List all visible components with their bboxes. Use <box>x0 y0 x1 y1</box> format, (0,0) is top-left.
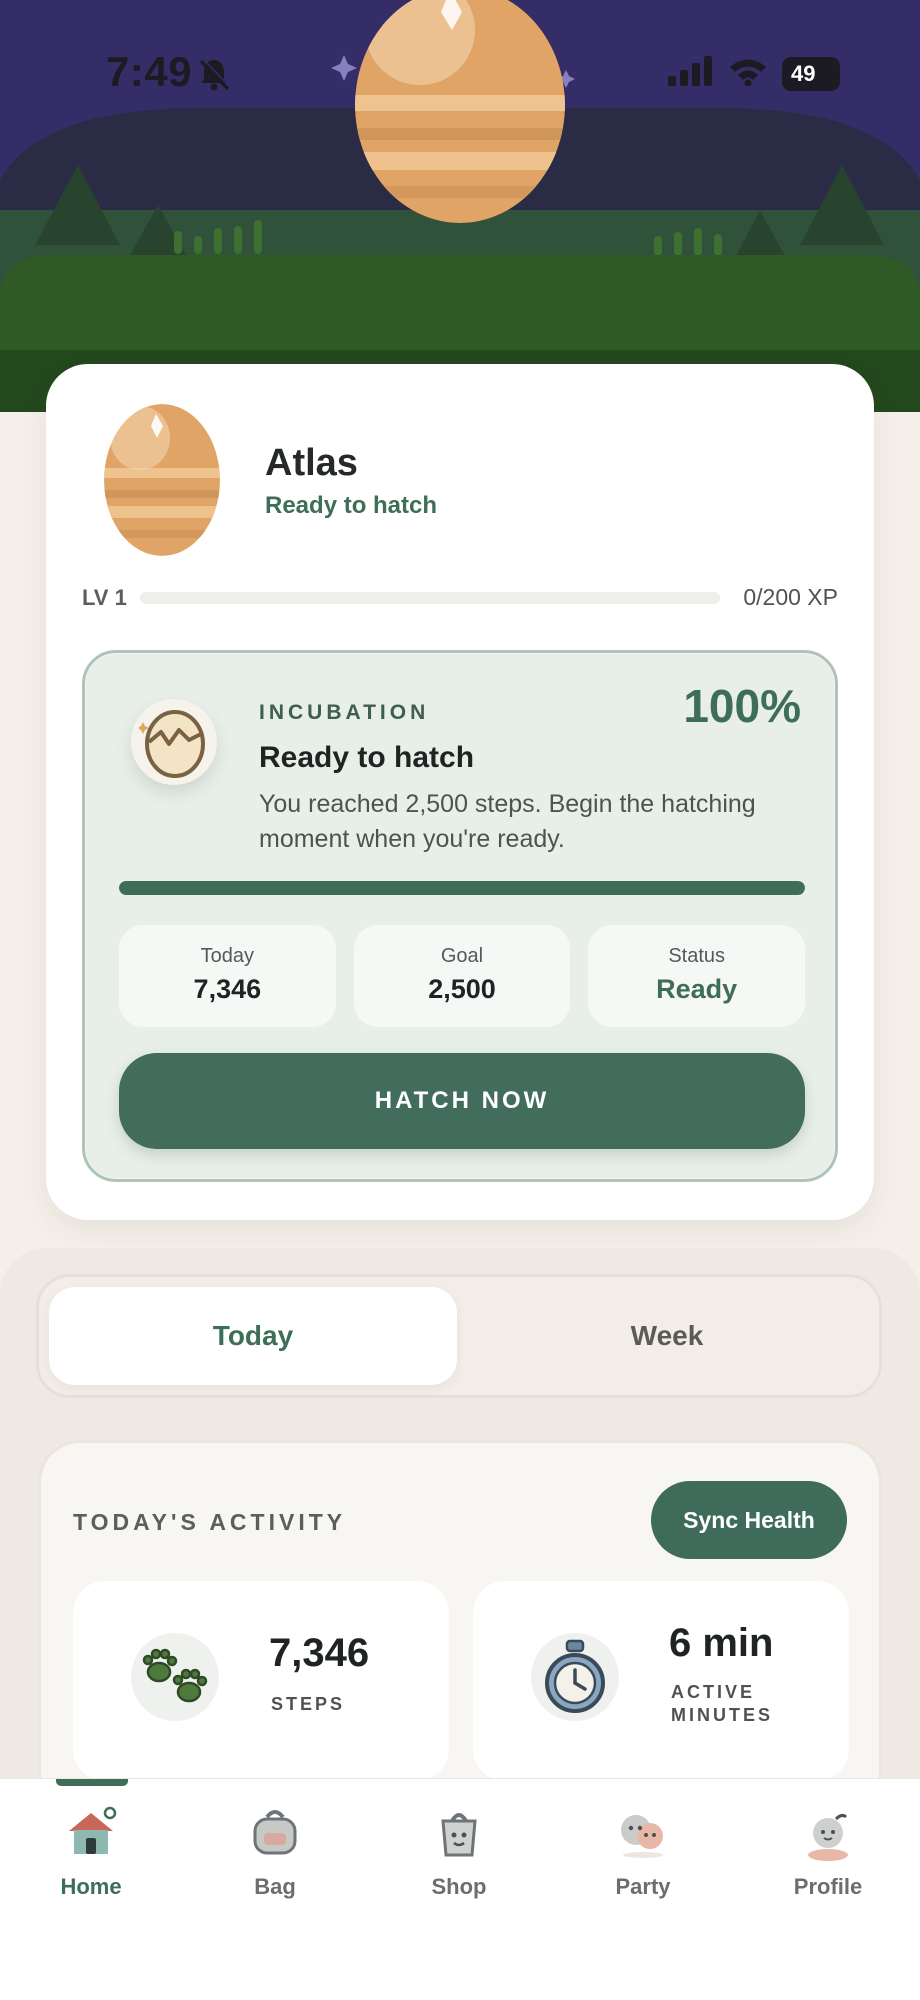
pet-name: Atlas <box>265 442 358 484</box>
hatch-now-button[interactable]: HATCH NOW <box>119 1053 805 1149</box>
tab-label: Bag <box>254 1874 296 1899</box>
tab-party[interactable]: Party <box>573 1805 713 1915</box>
stat-status: Status Ready <box>588 925 806 1027</box>
xp-progress-bar <box>140 592 720 604</box>
steps-value: 7,346 <box>269 1631 370 1675</box>
status-time: 7:49 <box>106 48 193 95</box>
incubation-title: Ready to hatch <box>259 741 475 774</box>
bottom-tab-bar: Home Bag Shop Party Profile <box>0 1778 920 2000</box>
period-segmented-control: Today Week <box>36 1274 882 1398</box>
tab-label: Profile <box>793 1874 863 1899</box>
stopwatch-icon <box>531 1633 619 1721</box>
party-icon <box>615 1805 671 1866</box>
segment-today[interactable]: Today <box>49 1287 457 1385</box>
pet-egg-avatar <box>100 400 224 565</box>
level-label: LV 1 <box>82 585 127 610</box>
bell-off-icon <box>196 56 232 97</box>
wifi-icon <box>728 56 768 91</box>
house-icon <box>63 1805 119 1866</box>
profile-icon <box>800 1805 856 1866</box>
steps-card: 7,346 STEPS <box>73 1581 449 1781</box>
tab-label: Shop <box>431 1874 487 1899</box>
pet-status: Ready to hatch <box>265 492 438 519</box>
battery-indicator: 49 <box>782 56 840 91</box>
tab-label: Home <box>60 1874 122 1899</box>
cellular-signal-icon <box>668 56 714 91</box>
active-minutes-card: 6 min ACTIVE MINUTES <box>473 1581 849 1781</box>
incubation-stats: Today 7,346 Goal 2,500 Status Ready <box>119 925 806 1027</box>
cracked-egg-icon <box>131 699 217 785</box>
stat-today: Today 7,346 <box>119 925 336 1027</box>
incubation-progress-bar <box>119 881 805 895</box>
active-tab-indicator <box>56 1779 128 1786</box>
stat-value: 7,346 <box>193 974 262 1004</box>
pet-card: Atlas Ready to hatch LV 1 0/200 XP INCUB… <box>46 364 874 1220</box>
active-minutes-value: 6 min <box>669 1621 774 1665</box>
paw-prints-icon <box>131 1633 219 1721</box>
stat-goal: Goal 2,500 <box>353 925 571 1027</box>
incubation-kicker: INCUBATION <box>259 701 430 724</box>
xp-text: 0/200 XP <box>743 584 838 610</box>
stat-label: Today <box>200 945 255 967</box>
activity-title: TODAY'S ACTIVITY <box>73 1509 347 1535</box>
incubation-description: You reached 2,500 steps. Begin the hatch… <box>259 790 756 853</box>
tab-home[interactable]: Home <box>21 1805 161 1915</box>
segment-week[interactable]: Week <box>463 1287 871 1385</box>
incubation-percent: 100% <box>683 680 801 732</box>
stat-value: 2,500 <box>428 974 496 1004</box>
sync-health-button[interactable]: Sync Health <box>651 1481 847 1559</box>
steps-label: STEPS <box>271 1694 346 1714</box>
backpack-icon <box>247 1805 303 1866</box>
shopping-bag-icon <box>431 1805 487 1866</box>
tab-shop[interactable]: Shop <box>389 1805 529 1915</box>
tab-bag[interactable]: Bag <box>205 1805 345 1915</box>
active-minutes-label: ACTIVE MINUTES <box>671 1682 773 1725</box>
status-bar: 7:49 49 <box>0 0 920 150</box>
stat-label: Status <box>668 945 726 967</box>
stat-label: Goal <box>440 945 484 967</box>
stat-value: Ready <box>656 974 738 1004</box>
incubation-progress-fill <box>119 881 805 895</box>
tab-profile[interactable]: Profile <box>758 1805 898 1915</box>
tab-label: Party <box>615 1874 671 1899</box>
incubation-panel: INCUBATION 100% Ready to hatch You reach… <box>82 650 838 1182</box>
